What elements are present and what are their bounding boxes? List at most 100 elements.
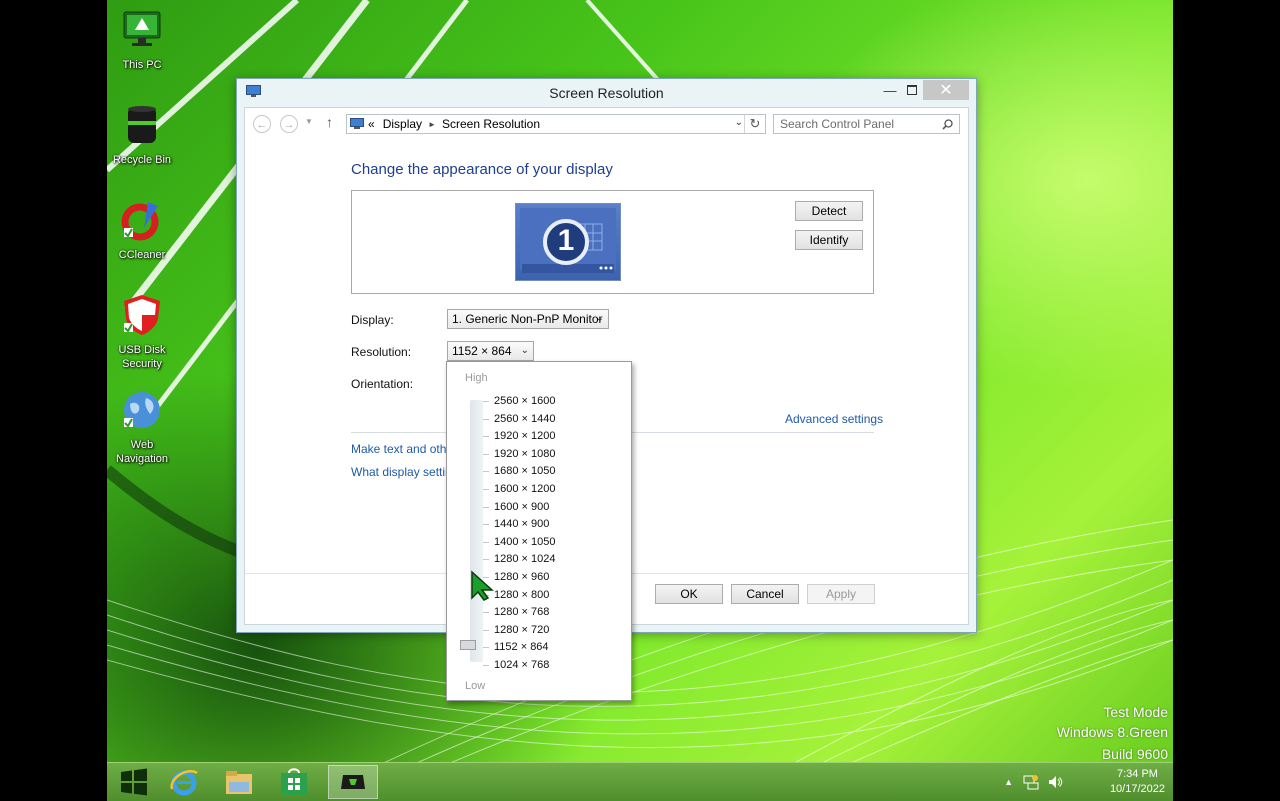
arrow-up-icon: ↑ [326,114,333,130]
slider-tick [483,629,489,631]
cancel-button[interactable]: Cancel [731,584,799,604]
resolution-option[interactable]: 1920 × 1080 [494,447,555,461]
recent-locations-button[interactable]: ▼ [305,117,313,126]
resolution-option[interactable]: 1280 × 1024 [494,552,555,566]
slider-tick [483,436,489,438]
title-bar[interactable]: Screen Resolution — ✕ [237,79,976,107]
desktop-icon-usb-disk-security[interactable]: USB Disk Security [109,293,175,371]
slider-tick [483,541,489,543]
address-dropdown-button[interactable]: ⌄ [735,117,743,128]
detect-button[interactable]: Detect [795,201,863,221]
refresh-button[interactable]: ↻ [744,115,765,133]
taskbar-clock[interactable]: 7:34 PM 10/17/2022 [1110,767,1165,797]
breadcrumb-overflow[interactable]: « [368,117,375,131]
internet-explorer-button[interactable] [159,765,209,799]
desktop-icon-label: This PC [122,59,162,71]
globe-icon [124,392,160,428]
display-settings-help-link[interactable]: What display setting [351,465,458,479]
desktop-icon-recycle-bin[interactable]: Recycle Bin [109,103,175,167]
breadcrumb-screen-resolution[interactable]: Screen Resolution [442,117,540,131]
resolution-option[interactable]: 1400 × 1050 [494,535,555,549]
resolution-option[interactable]: 1280 × 800 [494,588,549,602]
window-title: Screen Resolution [549,85,664,101]
display-select-value: 1. Generic Non-PnP Monitor [452,312,603,326]
resolution-option[interactable]: 1680 × 1050 [494,464,555,478]
resolution-option[interactable]: 1280 × 960 [494,570,549,584]
display-select[interactable]: 1. Generic Non-PnP Monitor ⌄ [447,309,609,329]
desktop-icon-web-navigation[interactable]: Web Navigation [109,388,175,466]
apply-button[interactable]: Apply [807,584,875,604]
ccleaner-icon [121,202,159,241]
file-explorer-button[interactable] [214,765,264,799]
resolution-option[interactable]: 1600 × 1200 [494,482,555,496]
breadcrumb-display[interactable]: Display [383,117,422,131]
resolution-slider-track[interactable] [470,400,483,662]
text-size-link[interactable]: Make text and other [351,442,457,456]
slider-tick [483,559,489,561]
slider-tick [483,471,489,473]
show-hidden-icons-button[interactable]: ▲ [1004,777,1013,787]
slider-tick [483,524,489,526]
up-button[interactable]: ↑ [326,114,333,130]
resolution-option[interactable]: 1152 × 864 [494,640,549,654]
store-icon [281,768,307,795]
internet-explorer-icon [170,770,198,796]
resolution-slider-thumb[interactable] [460,640,476,650]
shield-icon [124,295,160,335]
network-icon[interactable] [1023,774,1039,790]
advanced-settings-link[interactable]: Advanced settings [785,412,883,426]
slider-tick [483,453,489,455]
start-button[interactable] [109,765,159,799]
ok-button[interactable]: OK [655,584,723,604]
resolution-dropdown[interactable]: High 2560 × 1600 2560 × 1440 1920 × 1200 19… [446,361,632,701]
resolution-option[interactable]: 2560 × 1600 [494,394,555,408]
search-icon [942,119,953,130]
minimize-icon: — [883,82,897,98]
watermark-edition: Windows 8.Green [1056,724,1168,740]
maximize-button[interactable] [901,80,923,100]
forward-button[interactable]: → [280,115,298,133]
resolution-option[interactable]: 2560 × 1440 [494,412,555,426]
close-button[interactable]: ✕ [923,80,969,100]
taskbar: ▲ 7:34 PM 10/17/2022 [107,762,1173,801]
resolution-label: Resolution: [351,345,412,359]
slider-tick [483,506,489,508]
breadcrumb-separator-icon: ► [428,119,436,129]
page-heading: Change the appearance of your display [351,161,613,178]
search-input[interactable]: Search Control Panel [773,114,960,134]
resolution-option[interactable]: 1600 × 900 [494,500,549,514]
resolution-select-value: 1152 × 864 [452,344,512,358]
slider-tick [483,401,489,402]
desktop-icon-this-pc[interactable]: This PC [109,8,175,72]
address-bar[interactable]: « Display ► Screen Resolution ⌄ ↻ [346,114,766,134]
close-icon: ✕ [939,82,953,99]
display-preview-area: 1 Detect Identify [351,190,874,294]
display-settings-icon [341,775,365,789]
monitor-1-preview[interactable]: 1 [515,203,621,281]
chevron-down-icon: ⌄ [520,345,529,356]
volume-icon[interactable] [1047,774,1063,790]
minimize-button[interactable]: — [879,80,901,100]
monitor-number: 1 [557,224,575,257]
resolution-option[interactable]: 1280 × 720 [494,623,549,637]
arrow-left-icon: ← [256,119,268,131]
navigation-bar: ← → ▼ ↑ « Display ► Screen Resolution ⌄ … [245,108,968,142]
identify-button[interactable]: Identify [795,230,863,250]
watermark-test-mode: Test Mode [1103,704,1168,720]
resolution-option[interactable]: 1280 × 768 [494,605,549,619]
store-button[interactable] [269,765,319,799]
resolution-option[interactable]: 1920 × 1200 [494,429,555,443]
back-button[interactable]: ← [253,115,271,133]
resolution-option[interactable]: 1440 × 900 [494,517,549,531]
desktop-icon-label: Web Navigation [116,439,168,465]
display-settings-taskbar-button[interactable] [328,765,378,799]
clock-date: 10/17/2022 [1109,783,1165,795]
desktop-icon-label: Recycle Bin [112,154,172,166]
clock-time: 7:34 PM [1116,768,1158,780]
system-tray: ▲ [1004,763,1063,801]
slider-tick [483,418,489,420]
resolution-select[interactable]: 1152 × 864 ⌄ [447,341,534,361]
slider-tick [483,647,489,649]
resolution-option[interactable]: 1024 × 768 [494,658,549,672]
desktop-icon-ccleaner[interactable]: CCleaner [109,198,175,262]
